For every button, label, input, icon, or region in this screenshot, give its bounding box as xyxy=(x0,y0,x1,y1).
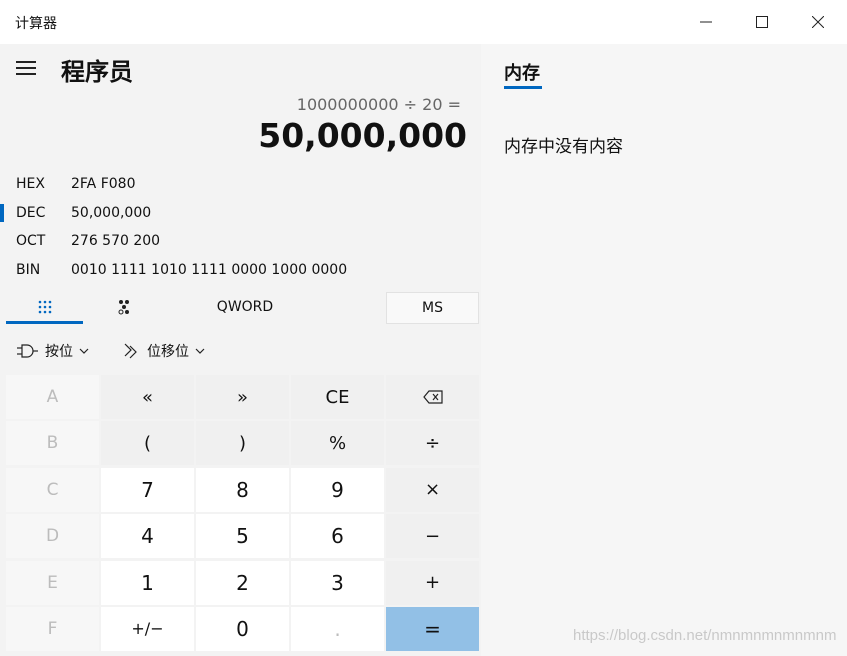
minimize-icon xyxy=(700,21,712,23)
key-6[interactable]: 6 xyxy=(291,514,384,559)
radix-label: BIN xyxy=(16,262,41,278)
radix-value: 276 570 200 xyxy=(71,233,161,249)
key-4[interactable]: 4 xyxy=(101,514,194,559)
backspace-icon xyxy=(422,390,443,404)
active-tab-underline xyxy=(504,86,542,89)
key-close-paren[interactable]: ) xyxy=(196,421,289,466)
close-button[interactable] xyxy=(790,0,846,44)
radix-label: OCT xyxy=(16,233,46,249)
bitwise-dropdown[interactable]: 按位 xyxy=(17,334,89,368)
key-clear-entry[interactable]: CE xyxy=(291,375,384,419)
key-0[interactable]: 0 xyxy=(196,606,289,651)
key-9[interactable]: 9 xyxy=(291,467,384,512)
radix-value: 2FA F080 xyxy=(71,176,136,192)
key-3[interactable]: 3 xyxy=(291,560,384,605)
radix-label: DEC xyxy=(16,205,46,221)
expression-display: 1000000000 ÷ 20 = xyxy=(296,95,461,114)
key-hex-f[interactable]: F xyxy=(6,606,99,651)
memory-store-button[interactable]: MS xyxy=(386,292,479,324)
radix-value: 50,000,000 xyxy=(71,205,152,221)
key-left-shift[interactable]: « xyxy=(101,375,194,419)
radix-row-oct[interactable]: OCT 276 570 200 xyxy=(0,227,481,255)
radix-label: HEX xyxy=(16,176,45,192)
close-icon xyxy=(812,16,824,28)
window-title: 计算器 xyxy=(15,16,57,32)
selected-indicator xyxy=(0,204,4,222)
key-divide[interactable]: ÷ xyxy=(386,421,479,466)
bit-toggle-icon xyxy=(118,300,129,315)
key-7[interactable]: 7 xyxy=(101,467,194,512)
key-hex-d[interactable]: D xyxy=(6,514,99,559)
operator-bar: 按位 位移位 xyxy=(0,334,481,368)
tab-full-keypad[interactable] xyxy=(6,290,83,324)
key-negate[interactable]: +/− xyxy=(101,606,194,651)
radix-row-dec[interactable]: DEC 50,000,000 xyxy=(0,199,481,227)
key-hex-c[interactable]: C xyxy=(6,467,99,512)
key-equals[interactable]: = xyxy=(386,606,479,651)
title-bar: 计算器 xyxy=(0,0,847,44)
logic-gate-icon xyxy=(17,344,38,358)
key-2[interactable]: 2 xyxy=(196,560,289,605)
key-backspace[interactable] xyxy=(386,375,479,419)
key-open-paren[interactable]: ( xyxy=(101,421,194,466)
maximize-button[interactable] xyxy=(734,0,790,44)
key-hex-a[interactable]: A xyxy=(6,375,99,419)
key-subtract[interactable]: − xyxy=(386,514,479,559)
page-title: 程序员 xyxy=(61,58,133,86)
keypad-tab-bar: QWORD MS xyxy=(0,290,481,324)
key-hex-e[interactable]: E xyxy=(6,560,99,605)
key-right-shift[interactable]: » xyxy=(196,375,289,419)
chevron-down-icon xyxy=(79,348,89,354)
keypad-grid-icon xyxy=(38,300,51,314)
bit-shift-icon xyxy=(124,343,137,359)
active-tab-underline xyxy=(6,321,83,324)
minimize-button[interactable] xyxy=(678,0,734,44)
word-size-button[interactable]: QWORD xyxy=(190,290,300,324)
radix-value: 0010 1111 1010 1111 0000 1000 0000 xyxy=(71,262,348,278)
key-decimal[interactable]: . xyxy=(291,606,384,651)
bit-shift-dropdown[interactable]: 位移位 xyxy=(123,334,205,368)
keypad: A « » CE B ( ) % ÷ C 7 8 9 × D 4 5 6 − E… xyxy=(6,375,479,651)
key-multiply[interactable]: × xyxy=(386,467,479,512)
key-modulo[interactable]: % xyxy=(291,421,384,466)
memory-empty-message: 内存中没有内容 xyxy=(504,137,623,157)
key-1[interactable]: 1 xyxy=(101,560,194,605)
key-add[interactable]: + xyxy=(386,560,479,605)
key-hex-b[interactable]: B xyxy=(6,421,99,466)
maximize-icon xyxy=(756,16,768,28)
bitwise-label: 按位 xyxy=(45,344,73,360)
result-display: 50,000,000 xyxy=(258,116,467,155)
radix-row-hex[interactable]: HEX 2FA F080 xyxy=(0,170,481,198)
key-8[interactable]: 8 xyxy=(196,467,289,512)
radix-row-bin[interactable]: BIN 0010 1111 1010 1111 0000 1000 0000 xyxy=(0,256,481,284)
key-5[interactable]: 5 xyxy=(196,514,289,559)
tab-bit-toggling[interactable] xyxy=(106,290,142,324)
tab-memory[interactable]: 内存 xyxy=(504,59,540,85)
menu-hamburger-icon[interactable] xyxy=(14,59,38,77)
bit-shift-label: 位移位 xyxy=(147,344,189,360)
watermark: https://blog.csdn.net/nmnmnmnmnmnm xyxy=(573,627,837,644)
chevron-down-icon xyxy=(195,348,205,354)
